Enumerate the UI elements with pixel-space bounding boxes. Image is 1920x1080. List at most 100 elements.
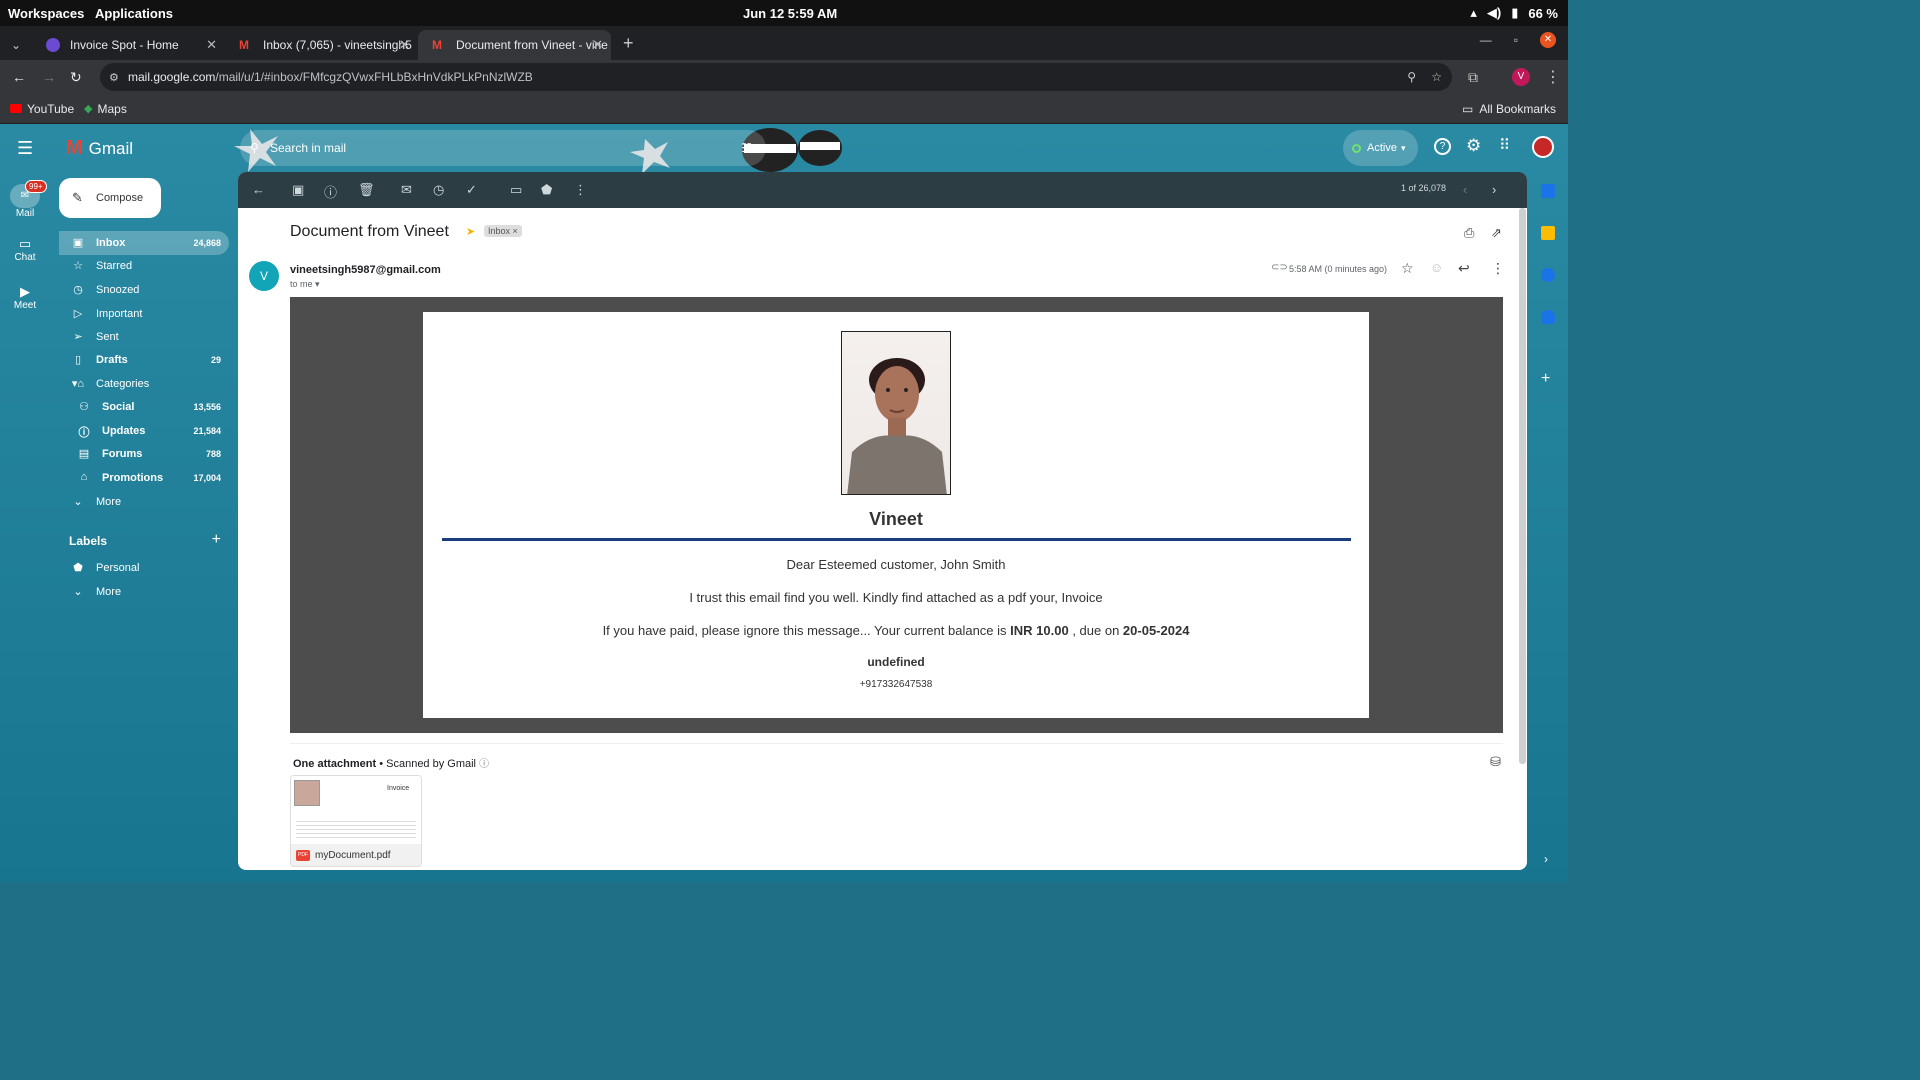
sidebar-item-social[interactable]: ⚇ Social 13,556 (59, 395, 229, 419)
tab-document-from-vineet[interactable]: M Document from Vineet - vine ✕ (418, 30, 611, 60)
sender-email[interactable]: vineetsingh5987@gmail.com (290, 264, 441, 276)
url-input[interactable]: ⚙ mail.google.com/mail/u/1/#inbox/FMfcgz… (100, 63, 1452, 91)
apps-grid-icon[interactable]: ⠿ (1499, 136, 1510, 154)
snooze-icon[interactable]: ◷ (433, 182, 444, 198)
profile-avatar[interactable]: V (1512, 68, 1530, 86)
emoji-react-icon[interactable]: ☺ (1430, 260, 1443, 275)
forward-icon[interactable]: → (42, 69, 56, 85)
info-icon[interactable]: ⓘ (479, 759, 489, 770)
url-host: mail.google.com (128, 70, 216, 84)
settings-gear-icon[interactable]: ⚙ (1466, 136, 1481, 156)
bookmark-maps[interactable]: ◆ Maps (84, 102, 127, 116)
newer-icon[interactable]: ‹ (1463, 182, 1467, 197)
tab-gmail-inbox[interactable]: M Inbox (7,065) - vineetsingh5 ✕ (225, 30, 418, 60)
sidebar-label-personal[interactable]: ⬟ Personal (59, 556, 229, 580)
close-tab-icon[interactable]: ✕ (592, 37, 603, 53)
calendar-icon[interactable] (1541, 184, 1555, 198)
archive-icon[interactable]: ▣ (292, 182, 304, 198)
older-icon[interactable]: › (1492, 182, 1496, 197)
sidebar-item-updates[interactable]: ⓘ Updates 21,584 (59, 419, 229, 443)
print-icon[interactable]: ⎙ (1464, 225, 1474, 241)
body-line-1: I trust this email find you well. Kindly… (689, 590, 1103, 605)
sidebar-item-sent[interactable]: ➢ Sent (59, 325, 229, 349)
sidebar-item-drafts[interactable]: ▯ Drafts 29 (59, 348, 229, 372)
get-addons-icon[interactable]: + (1541, 370, 1550, 388)
browser-menu-icon[interactable]: ⋮ (1545, 67, 1561, 87)
contacts-icon[interactable] (1541, 310, 1555, 324)
recipient-details[interactable]: to me ▾ (290, 279, 320, 290)
move-to-icon[interactable]: ▭ (510, 182, 522, 198)
extensions-icon[interactable]: ⧉ (1468, 69, 1478, 86)
label-icon[interactable]: ⬟ (541, 182, 552, 198)
tab-title: Invoice Spot - Home (70, 38, 179, 52)
all-bookmarks[interactable]: ▭ All Bookmarks (1462, 102, 1556, 116)
clock[interactable]: Jun 12 5:59 AM (743, 6, 837, 21)
sidebar-item-forums[interactable]: ▤ Forums 788 (59, 442, 229, 466)
tab-search-icon[interactable]: ⌄ (0, 38, 32, 60)
sidebar-item-starred[interactable]: ☆ Starred (59, 254, 229, 278)
add-to-drive-icon[interactable]: ⛁ (1490, 754, 1501, 770)
close-window-icon[interactable]: ✕ (1540, 32, 1556, 48)
zoom-icon[interactable]: ⚲ (1407, 70, 1416, 84)
help-icon[interactable]: ? (1434, 138, 1451, 155)
tasks-icon[interactable] (1541, 268, 1555, 282)
inbox-label-chip[interactable]: Inbox × (484, 225, 522, 237)
reply-icon[interactable]: ↩ (1458, 260, 1470, 277)
importance-marker-icon[interactable]: ➤ (466, 225, 475, 238)
account-avatar[interactable] (1532, 136, 1554, 158)
site-info-icon[interactable]: ⚙ (109, 71, 119, 84)
more-icon[interactable]: ⋮ (1491, 260, 1505, 277)
add-task-icon[interactable]: ✓ (466, 182, 477, 198)
keep-icon[interactable] (1541, 226, 1555, 240)
applications-menu[interactable]: Applications (95, 6, 173, 21)
workspaces-menu[interactable]: Workspaces (8, 6, 84, 21)
report-spam-icon[interactable]: ⓘ (324, 182, 337, 201)
bookmark-star-icon[interactable]: ☆ (1431, 70, 1442, 84)
close-tab-icon[interactable]: ✕ (399, 37, 410, 53)
bookmark-youtube[interactable]: YouTube (10, 102, 74, 116)
search-mail-input[interactable]: ⚲ Search in mail ☷ (240, 130, 766, 166)
tab-invoice-spot[interactable]: Invoice Spot - Home ✕ (32, 30, 225, 60)
back-icon[interactable]: ← (12, 69, 26, 85)
sender-avatar[interactable]: V (249, 261, 279, 291)
compose-button[interactable]: ✎ Compose (59, 178, 161, 218)
close-tab-icon[interactable]: ✕ (206, 37, 217, 53)
status-dropdown[interactable]: Active ▾ (1343, 130, 1418, 166)
delete-icon[interactable]: 🗑 (358, 182, 375, 198)
chevron-down-icon: ⌄ (73, 496, 83, 508)
expand-panel-icon[interactable]: › (1544, 852, 1548, 866)
rail-meet[interactable]: ▶ Meet (0, 284, 50, 311)
new-tab-button[interactable]: + (611, 33, 634, 60)
minimize-icon[interactable]: — (1480, 33, 1492, 47)
reload-icon[interactable]: ↻ (70, 69, 82, 86)
sidebar-item-inbox[interactable]: ▣ Inbox 24,868 (59, 231, 229, 255)
status-dot-icon (1352, 143, 1361, 153)
nav-label: More (96, 496, 122, 508)
sender-photo (841, 331, 951, 495)
add-label-icon[interactable]: + (212, 531, 221, 549)
rail-chat[interactable]: ▭ Chat (0, 236, 50, 263)
sidebar-item-more[interactable]: ⌄ More (59, 490, 229, 514)
preview-photo (294, 780, 320, 806)
sidebar-item-promotions[interactable]: ⌂ Promotions 17,004 (59, 466, 229, 490)
email-body-frame: Vineet Dear Esteemed customer, John Smit… (290, 297, 1503, 733)
chat-icon: ▭ (18, 236, 32, 251)
maximize-icon[interactable]: ▫ (1514, 33, 1518, 47)
message-scrollbar[interactable] (1519, 208, 1526, 764)
open-new-window-icon[interactable]: ⇗ (1491, 225, 1502, 241)
mark-unread-icon[interactable]: ✉ (401, 182, 412, 198)
remove-label-icon[interactable]: × (513, 226, 518, 236)
sidebar-item-snoozed[interactable]: ◷ Snoozed (59, 278, 229, 302)
search-options-icon[interactable]: ☷ (741, 141, 752, 155)
back-to-inbox-icon[interactable]: ← (252, 182, 265, 197)
attachment-card[interactable]: Invoice PDF myDocument.pdf (290, 775, 422, 867)
sidebar-labels-more[interactable]: ⌄ More (59, 580, 229, 604)
star-icon[interactable]: ☆ (1401, 260, 1414, 277)
more-options-icon[interactable]: ⋮ (574, 182, 587, 198)
rail-mail[interactable]: ✉ 99+ Mail (0, 180, 50, 219)
system-tray[interactable]: ▴ ◀) ▮ 66 % (1470, 5, 1558, 21)
attachment-count: One attachment (293, 758, 377, 770)
nav-label: More (96, 586, 122, 598)
sidebar-item-important[interactable]: ▷ Important (59, 302, 229, 326)
sidebar-item-categories[interactable]: ▾⌂ Categories (59, 372, 229, 396)
